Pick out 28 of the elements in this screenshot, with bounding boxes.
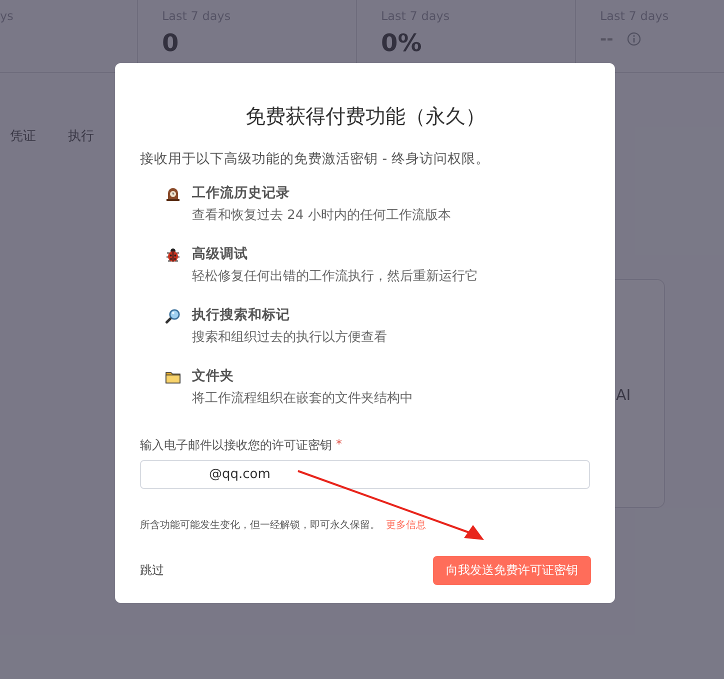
folder-icon bbox=[165, 369, 181, 385]
feature-title: 工作流历史记录 bbox=[192, 184, 291, 202]
feature-description: 轻松修复任何出错的工作流执行，然后重新运行它 bbox=[192, 268, 478, 285]
more-info-link[interactable]: 更多信息 bbox=[386, 518, 426, 532]
dialog-title: 免费获得付费功能（永久） bbox=[244, 103, 486, 130]
ladybug-icon bbox=[165, 247, 181, 263]
feature-title: 执行搜索和标记 bbox=[192, 306, 291, 324]
tab[interactable]: 执行 bbox=[68, 127, 94, 145]
required-mark: * bbox=[336, 437, 342, 453]
feature-description: 将工作流程组织在嵌套的文件夹结构中 bbox=[192, 390, 413, 407]
card-title: AI bbox=[616, 386, 631, 404]
tab[interactable]: 凭证 bbox=[10, 127, 36, 145]
feature-title: 文件夹 bbox=[192, 367, 235, 385]
stat-value: 0 bbox=[162, 29, 179, 57]
feature-description: 搜索和组织过去的执行以方便查看 bbox=[192, 329, 387, 346]
stat-value: 0% bbox=[381, 29, 422, 57]
field-label: 输入电子邮件以接收您的许可证密钥 bbox=[140, 437, 332, 454]
magnifier-icon bbox=[165, 308, 181, 324]
clock-icon bbox=[165, 186, 181, 202]
feature-description: 查看和恢复过去 24 小时内的任何工作流版本 bbox=[192, 207, 451, 224]
skip-link[interactable]: 跳过 bbox=[140, 562, 164, 579]
email-field[interactable]: @qq.com bbox=[140, 460, 590, 489]
submit-button[interactable]: 向我发送免费许可证密钥 bbox=[433, 556, 591, 585]
note-text: 所含功能可能发生变化，但一经解锁，即可永久保留。 bbox=[140, 518, 380, 532]
stat-value: -- bbox=[600, 29, 614, 48]
feature-title: 高级调试 bbox=[192, 245, 249, 263]
intro-text: 接收用于以下高级功能的免费激活密钥 - 终身访问权限。 bbox=[140, 150, 490, 168]
info-icon[interactable] bbox=[627, 32, 642, 46]
